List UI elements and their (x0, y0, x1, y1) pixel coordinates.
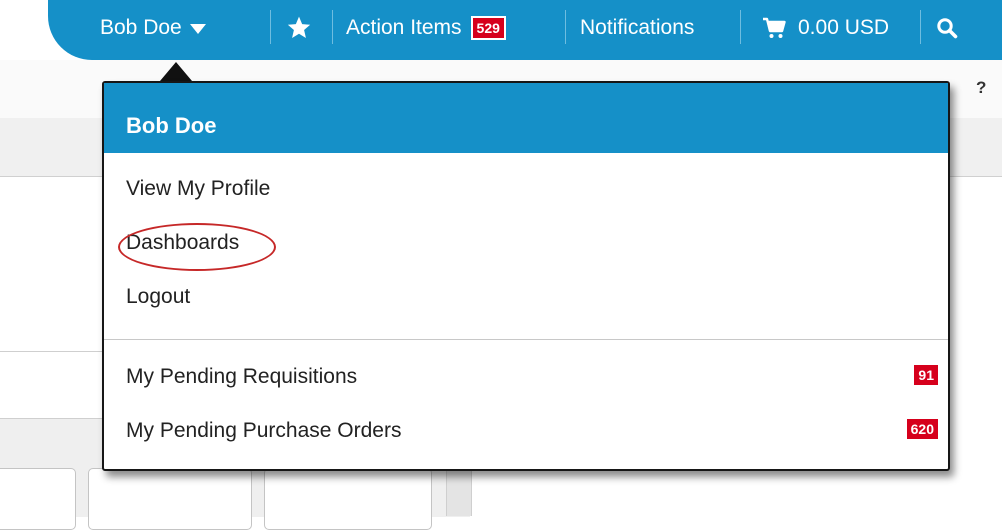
pending-requisitions-link[interactable]: My Pending Requisitions (126, 365, 357, 389)
nav-separator (920, 10, 921, 44)
help-icon[interactable]: ? (976, 78, 986, 98)
pending-requisitions-badge: 91 (912, 363, 940, 387)
nav-separator (565, 10, 566, 44)
action-items-badge: 529 (470, 15, 506, 40)
panel-card[interactable] (88, 468, 252, 530)
user-dropdown: Bob Doe View My Profile Dashboards Logou… (102, 81, 950, 471)
dropdown-header: Bob Doe (104, 83, 948, 153)
notifications-link[interactable]: Notifications (580, 0, 694, 55)
cart-icon (763, 17, 786, 38)
star-icon (287, 16, 311, 38)
dropdown-divider (104, 339, 948, 340)
chevron-down-icon (189, 23, 206, 34)
nav-separator (270, 10, 271, 44)
action-items-label: Action Items (346, 15, 462, 39)
panel-card[interactable] (264, 468, 432, 530)
user-menu-toggle[interactable]: Bob Doe (100, 0, 206, 55)
cart-total: 0.00 USD (798, 15, 890, 39)
action-items-link[interactable]: Action Items 529 (346, 0, 506, 55)
cart-link[interactable]: 0.00 USD (762, 0, 889, 55)
favorites-button[interactable] (286, 0, 312, 55)
logout-link[interactable]: Logout (126, 285, 190, 309)
pending-purchase-orders-link[interactable]: My Pending Purchase Orders (126, 419, 401, 443)
dropdown-pointer (160, 62, 192, 81)
view-profile-link[interactable]: View My Profile (126, 177, 270, 201)
user-name: Bob Doe (100, 15, 182, 39)
top-nav: Bob Doe Action Items 529 Notifications 0… (48, 0, 1002, 60)
dashboards-highlight-ring (118, 223, 276, 271)
nav-separator (740, 10, 741, 44)
nav-separator (332, 10, 333, 44)
search-button[interactable] (936, 0, 958, 55)
panel-card[interactable] (0, 468, 76, 530)
notifications-label: Notifications (580, 15, 695, 39)
pending-purchase-orders-badge: 620 (904, 417, 940, 441)
search-icon (937, 17, 958, 38)
